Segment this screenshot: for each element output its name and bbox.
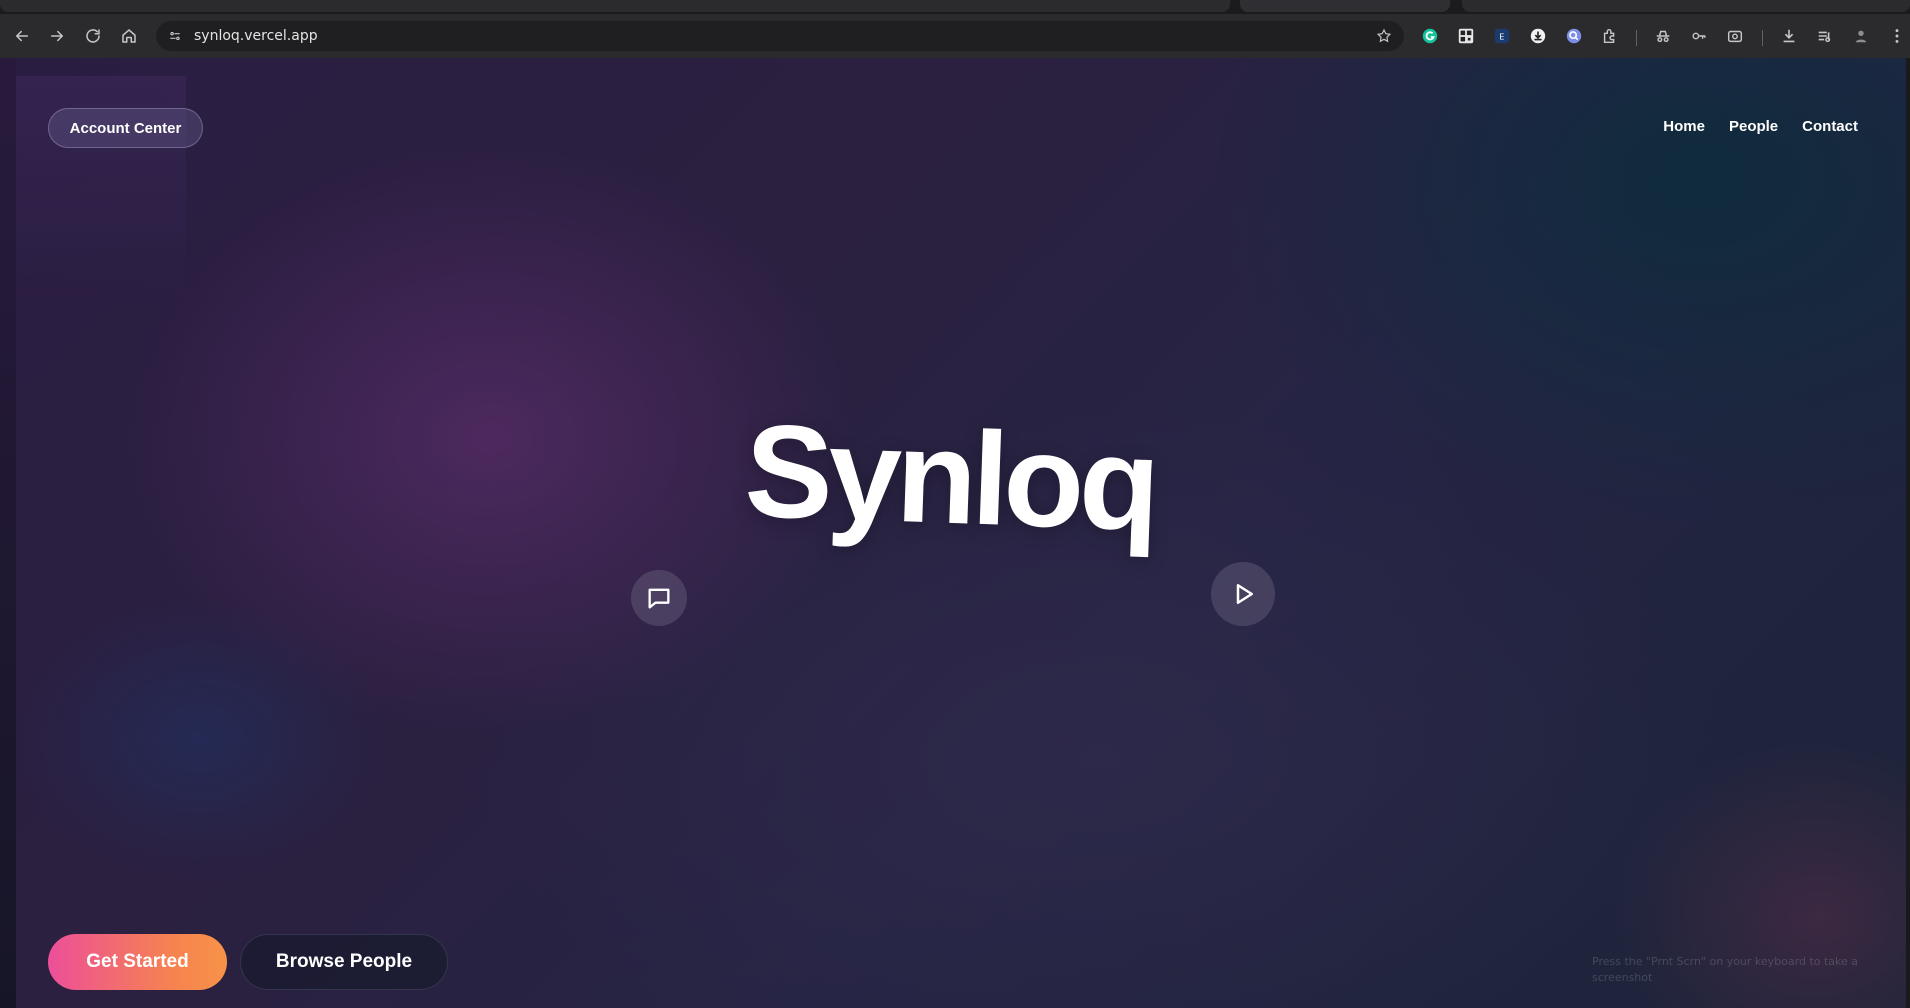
top-navigation: Home People Contact xyxy=(1663,118,1858,135)
nav-home-link[interactable]: Home xyxy=(1663,118,1705,135)
back-icon[interactable] xyxy=(8,22,36,50)
chat-bubble-icon xyxy=(648,588,670,609)
screenshot-hint-watermark: Press the "Prnt Scrn" on your keyboard t… xyxy=(1592,955,1859,984)
home-icon[interactable] xyxy=(115,22,143,50)
menu-icon[interactable] xyxy=(1887,26,1907,46)
page-scrollbar[interactable] xyxy=(1906,58,1910,1008)
background-tab[interactable] xyxy=(1462,0,1910,12)
search-extension-icon[interactable] xyxy=(1564,26,1584,46)
browser-toolbar: synloq.vercel.app E xyxy=(0,14,1910,58)
reload-icon[interactable] xyxy=(79,22,107,50)
downloads-icon[interactable] xyxy=(1779,26,1799,46)
nav-contact-link[interactable]: Contact xyxy=(1802,118,1858,135)
page-edge-shade xyxy=(0,58,16,1008)
screenshot-icon[interactable] xyxy=(1725,26,1745,46)
play-icon xyxy=(1236,584,1253,604)
address-bar[interactable]: synloq.vercel.app xyxy=(156,21,1404,51)
grammarly-icon[interactable] xyxy=(1420,26,1440,46)
svg-text:E: E xyxy=(1499,32,1504,42)
toolbar-separator xyxy=(1762,30,1763,46)
media-queue-icon[interactable] xyxy=(1815,26,1835,46)
puzzle-icon[interactable] xyxy=(1600,26,1620,46)
chat-button[interactable] xyxy=(631,570,687,626)
password-key-icon[interactable] xyxy=(1689,26,1709,46)
profile-icon[interactable] xyxy=(1851,26,1871,46)
background-tabs[interactable] xyxy=(0,0,1230,12)
url-text[interactable]: synloq.vercel.app xyxy=(194,28,318,44)
browse-people-button[interactable]: Browse People xyxy=(240,934,448,990)
extension-e-icon[interactable]: E xyxy=(1492,26,1512,46)
nav-people-link[interactable]: People xyxy=(1729,118,1778,135)
active-tab[interactable] xyxy=(1240,0,1450,12)
bookmark-star-icon[interactable] xyxy=(1374,26,1394,46)
qr-code-icon[interactable] xyxy=(1456,26,1476,46)
hero-title: Synloq xyxy=(742,396,1158,558)
tab-strip xyxy=(0,0,1910,14)
toolbar-separator xyxy=(1636,30,1637,46)
site-info-icon[interactable] xyxy=(164,25,186,47)
download-helper-icon[interactable] xyxy=(1528,26,1548,46)
forward-icon[interactable] xyxy=(43,22,71,50)
account-center-button[interactable]: Account Center xyxy=(48,108,203,148)
get-started-button[interactable]: Get Started xyxy=(48,934,227,990)
page-viewport: Account Center Home People Contact Synlo… xyxy=(0,58,1910,1008)
play-button[interactable] xyxy=(1211,562,1275,626)
incognito-icon[interactable] xyxy=(1653,26,1673,46)
